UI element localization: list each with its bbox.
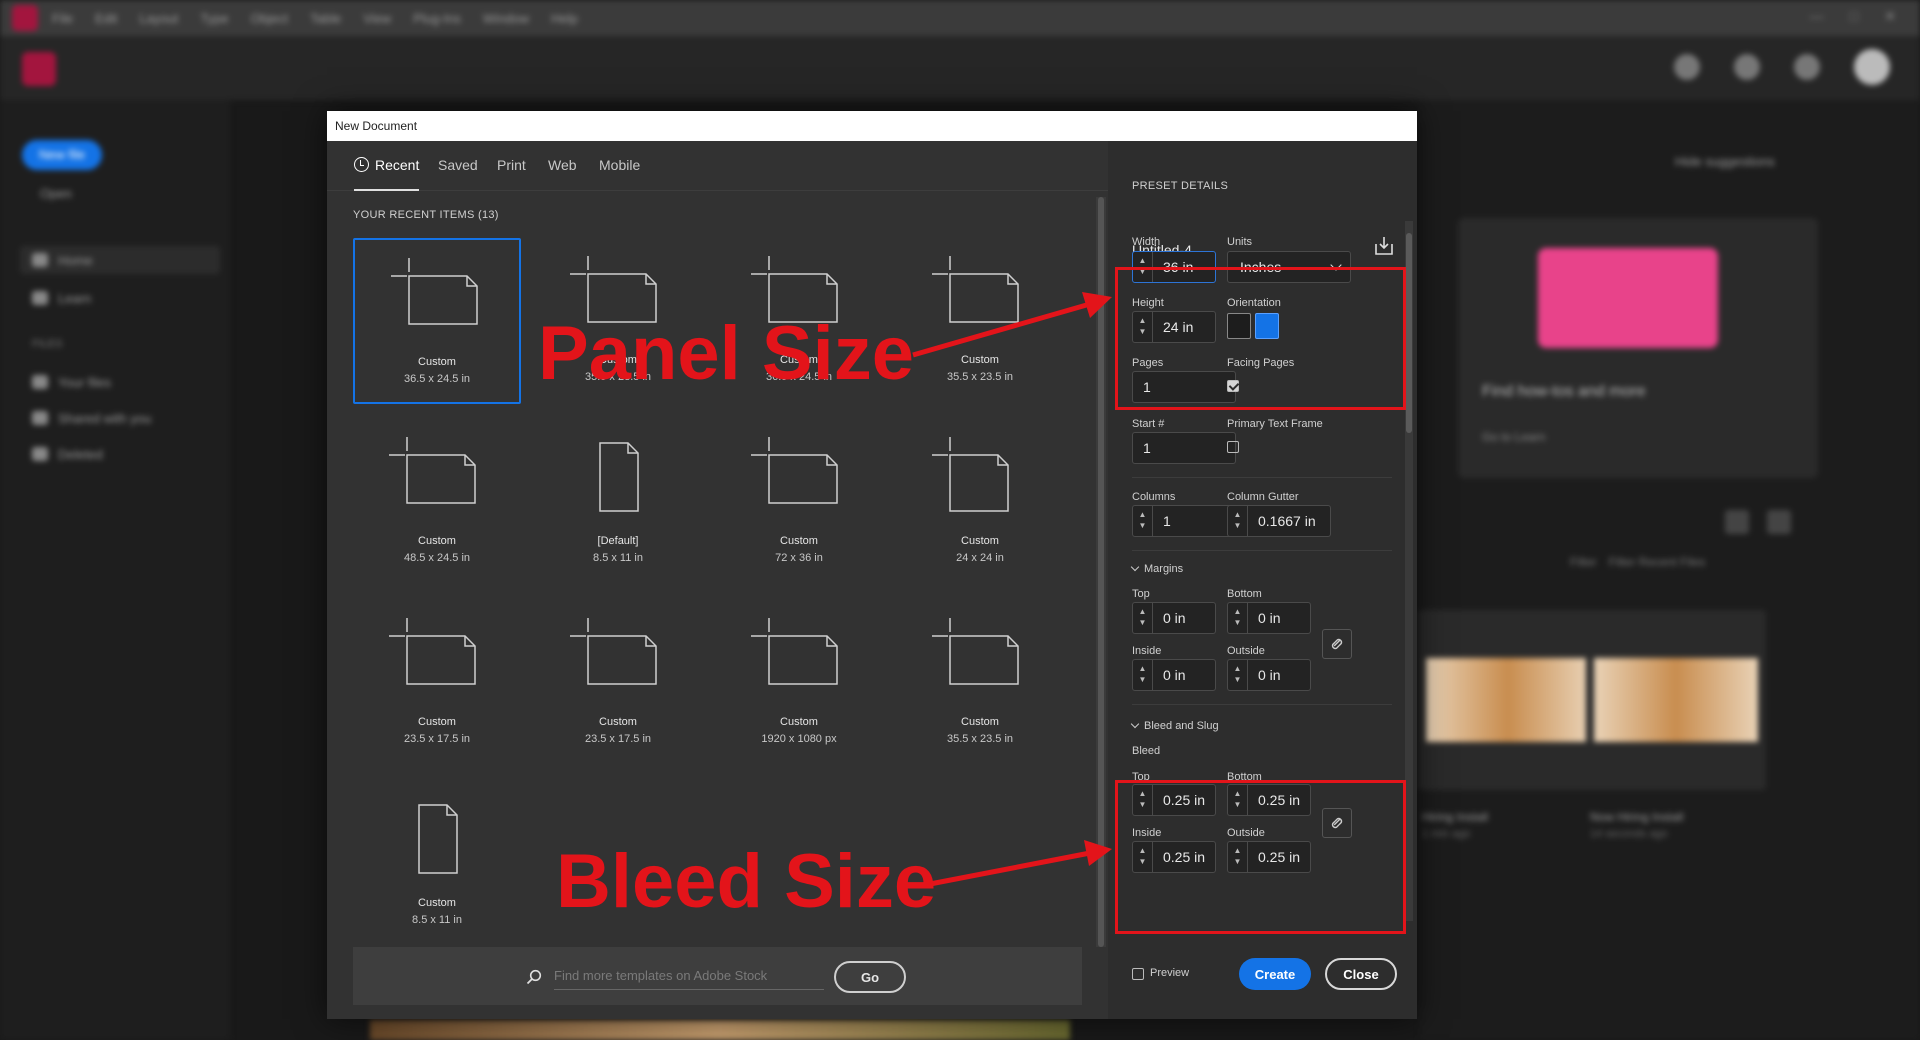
panel-arrow-head	[1082, 292, 1112, 318]
annotation-arrows	[912, 292, 1112, 887]
bleed-arrow-head	[1084, 840, 1112, 866]
bleed-arrow-line	[929, 850, 1091, 887]
panel-arrow-line	[912, 301, 1091, 358]
